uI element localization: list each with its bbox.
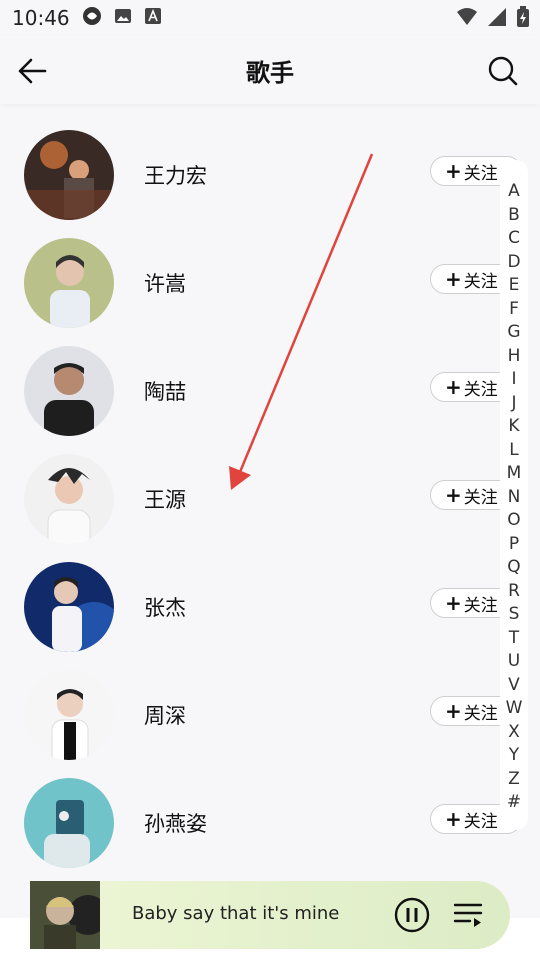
- index-letter[interactable]: G: [507, 321, 520, 345]
- status-bar: 10:46: [0, 0, 540, 36]
- index-letter[interactable]: W: [506, 697, 523, 721]
- follow-label: 关注: [463, 811, 498, 832]
- index-letter[interactable]: J: [511, 392, 516, 416]
- singer-name: 王力宏: [144, 164, 207, 188]
- wifi-icon: [456, 7, 478, 31]
- battery-icon: [516, 6, 530, 32]
- plus-icon: +: [445, 807, 462, 831]
- plus-icon: +: [445, 699, 462, 723]
- index-letter[interactable]: A: [508, 180, 520, 204]
- index-letter[interactable]: N: [508, 486, 521, 510]
- pause-button[interactable]: [394, 897, 430, 933]
- index-letter[interactable]: H: [508, 345, 521, 369]
- index-letter[interactable]: L: [509, 439, 518, 463]
- index-letter[interactable]: B: [508, 204, 520, 228]
- index-letter[interactable]: C: [508, 227, 520, 251]
- singer-avatar: [24, 346, 114, 436]
- index-letter[interactable]: K: [508, 415, 519, 439]
- singer-list[interactable]: 王力宏 + 关注 许嵩 + 关注 陶喆 + 关注 王源 + 关注 张杰 + 关注…: [0, 104, 540, 924]
- arrow-left-icon: [18, 58, 47, 84]
- index-letter[interactable]: X: [508, 721, 520, 745]
- search-icon: [488, 56, 518, 86]
- singer-avatar: [24, 454, 114, 544]
- singer-name: 张杰: [144, 596, 186, 620]
- font-icon: [144, 7, 162, 29]
- singer-row[interactable]: 张杰 + 关注: [0, 562, 522, 670]
- image-icon: [114, 7, 132, 29]
- vpn-icon: [82, 6, 102, 30]
- plus-icon: +: [445, 267, 462, 291]
- index-letter[interactable]: F: [509, 298, 519, 322]
- singer-row[interactable]: 陶喆 + 关注: [0, 346, 522, 454]
- pause-icon: [394, 897, 430, 933]
- app-bar: 歌手: [0, 36, 540, 104]
- index-letter[interactable]: Z: [508, 768, 520, 792]
- index-letter[interactable]: M: [507, 462, 522, 486]
- plus-icon: +: [445, 375, 462, 399]
- back-button[interactable]: [16, 54, 50, 88]
- singer-row[interactable]: 王源 + 关注: [0, 454, 522, 562]
- index-letter[interactable]: O: [507, 509, 520, 533]
- index-letter[interactable]: V: [508, 674, 520, 698]
- singer-row[interactable]: 周深 + 关注: [0, 670, 522, 778]
- singer-avatar: [24, 238, 114, 328]
- singer-avatar: [24, 670, 114, 760]
- singer-name: 孙燕姿: [144, 812, 207, 836]
- follow-label: 关注: [463, 595, 498, 616]
- search-button[interactable]: [486, 54, 520, 88]
- singer-row[interactable]: 孙燕姿 + 关注: [0, 778, 522, 886]
- follow-label: 关注: [463, 379, 498, 400]
- playlist-button[interactable]: [452, 899, 484, 931]
- follow-label: 关注: [463, 271, 498, 292]
- singer-name: 陶喆: [144, 380, 186, 404]
- mini-player[interactable]: Baby say that it's mine: [30, 881, 510, 949]
- plus-icon: +: [445, 159, 462, 183]
- singer-row[interactable]: 许嵩 + 关注: [0, 238, 522, 346]
- page-title: 歌手: [246, 58, 294, 87]
- index-letter[interactable]: S: [509, 603, 520, 627]
- index-letter[interactable]: E: [509, 274, 520, 298]
- track-title[interactable]: Baby say that it's mine: [132, 903, 339, 924]
- singer-name: 许嵩: [144, 272, 186, 296]
- singer-name: 王源: [144, 488, 186, 512]
- index-letter[interactable]: P: [509, 533, 519, 557]
- singer-avatar: [24, 778, 114, 868]
- follow-label: 关注: [463, 703, 498, 724]
- index-letter[interactable]: #: [507, 791, 521, 815]
- index-letter[interactable]: T: [509, 627, 519, 651]
- plus-icon: +: [445, 483, 462, 507]
- singer-row[interactable]: 王力宏 + 关注: [0, 130, 522, 238]
- index-letter[interactable]: D: [507, 251, 520, 275]
- alphabet-index[interactable]: A B C D E F G H I J K L M N O P Q R S T U V W X Y Z #: [500, 160, 528, 830]
- singer-avatar: [24, 562, 114, 652]
- singer-avatar: [24, 130, 114, 220]
- playlist-icon: [453, 903, 483, 927]
- index-letter[interactable]: R: [508, 580, 520, 604]
- signal-icon: [486, 7, 508, 31]
- index-letter[interactable]: U: [508, 650, 520, 674]
- album-cover[interactable]: [30, 881, 100, 949]
- plus-icon: +: [445, 591, 462, 615]
- follow-label: 关注: [463, 163, 498, 184]
- singer-name: 周深: [144, 704, 186, 728]
- follow-label: 关注: [463, 487, 498, 508]
- status-time: 10:46: [12, 6, 70, 30]
- index-letter[interactable]: I: [511, 368, 516, 392]
- index-letter[interactable]: Y: [509, 744, 519, 768]
- index-letter[interactable]: Q: [507, 556, 520, 580]
